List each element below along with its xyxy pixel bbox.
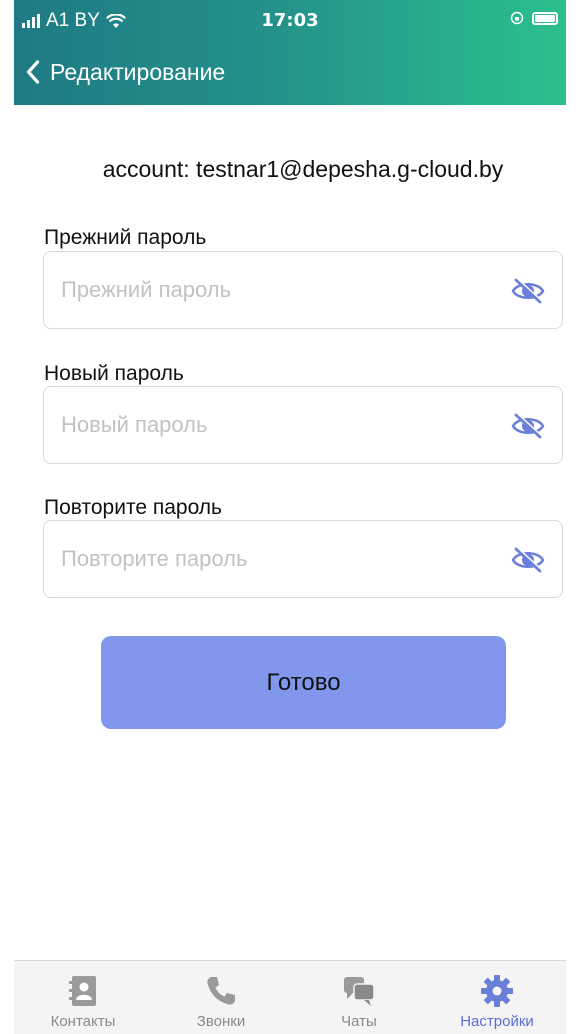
status-time: 17:03 [261,10,319,31]
tab-bar: Контакты Звонки Чаты Настройки [14,960,566,1034]
tab-contacts-label: Контакты [50,1013,116,1030]
status-bar: A1 BY 17:03 [14,0,566,40]
tab-chats[interactable]: Чаты [290,961,428,1034]
gear-icon [481,975,513,1007]
account-label: account: testnar1@depesha.g-cloud.by [102,156,504,182]
nav-bar: Редактирование [14,52,225,92]
app-header: A1 BY 17:03 Редактирование [14,0,566,105]
nav-title: Редактирование [50,58,226,85]
new-password-label: Новый пароль [44,362,184,385]
old-password-input[interactable] [61,252,491,328]
orientation-lock-icon [510,11,524,25]
old-password-label: Прежний пароль [44,226,207,249]
battery-icon [532,11,558,25]
new-password-field [43,386,563,464]
repeat-password-label: Повторите пароль [44,496,222,519]
tab-contacts[interactable]: Контакты [14,961,152,1034]
tab-chats-label: Чаты [341,1013,377,1030]
repeat-password-field [43,520,563,598]
eye-slash-icon[interactable] [510,276,546,306]
phone-icon [207,977,235,1005]
done-button[interactable]: Готово [101,636,506,729]
chats-icon [344,977,375,1006]
eye-slash-icon[interactable] [510,545,546,575]
new-password-input[interactable] [61,387,491,463]
eye-slash-icon[interactable] [510,411,546,441]
tab-settings[interactable]: Настройки [428,961,566,1034]
chevron-left-icon [26,60,40,84]
tab-settings-label: Настройки [460,1013,534,1030]
tab-calls-label: Звонки [196,1013,246,1030]
contacts-icon [69,976,96,1006]
tab-calls[interactable]: Звонки [152,961,290,1034]
old-password-field [43,251,563,329]
repeat-password-input[interactable] [61,521,491,597]
back-button[interactable]: Редактирование [14,59,225,86]
status-right [510,11,558,25]
